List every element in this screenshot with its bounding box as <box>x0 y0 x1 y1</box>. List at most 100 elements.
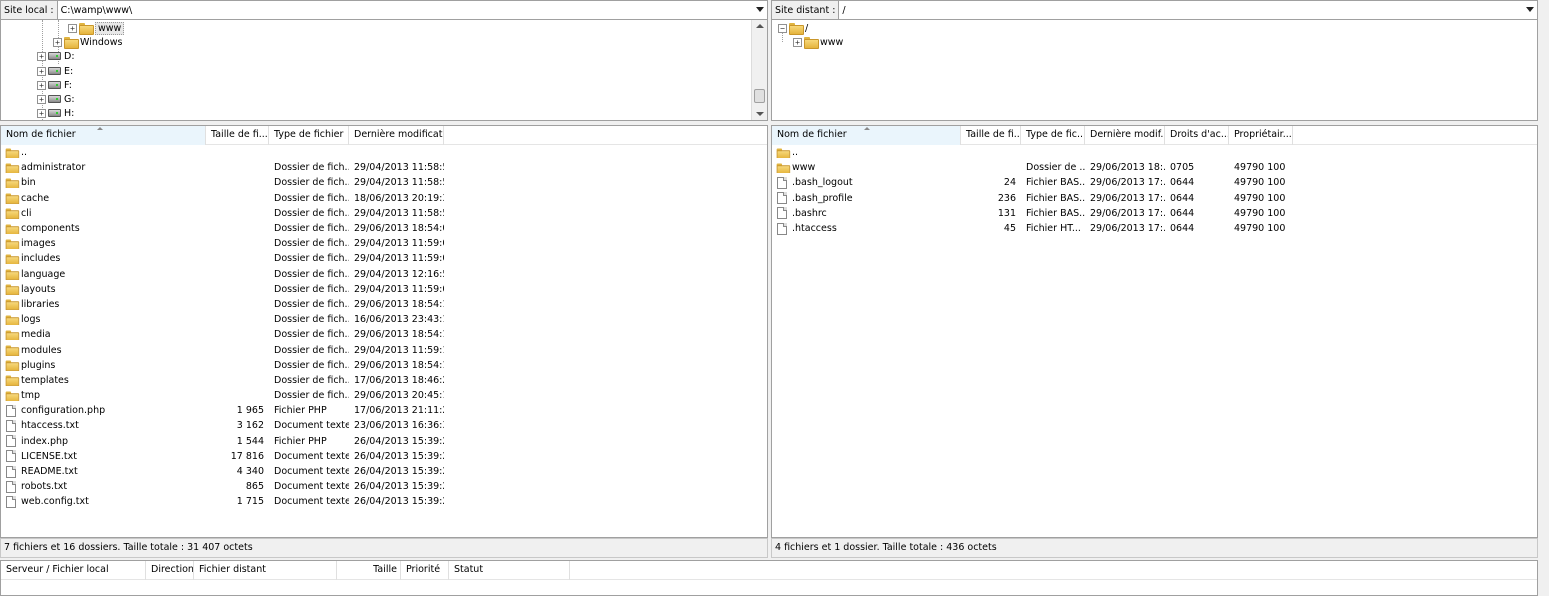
column-header-rights[interactable]: Droits d'ac... <box>1165 126 1229 145</box>
remote-directory-tree[interactable]: − / + www <box>771 20 1538 121</box>
file-name-cell[interactable]: .htaccess <box>772 222 961 235</box>
file-name-cell[interactable]: modules <box>1 345 206 356</box>
file-row[interactable]: htaccess.txt 3 162 Document texte 23/06/201… <box>1 418 767 433</box>
column-header-size[interactable]: Taille <box>337 561 401 580</box>
column-header-modified[interactable]: Dernière modif... <box>1085 126 1165 145</box>
file-name-cell[interactable]: includes <box>1 253 206 265</box>
file-row[interactable]: plugins Dossier de fich... 29/06/2013 18:5… <box>1 358 767 373</box>
file-name-cell[interactable]: bin <box>1 177 206 189</box>
column-header-size[interactable]: Taille de fi... <box>961 126 1021 145</box>
tree-scrollbar[interactable] <box>751 20 767 120</box>
file-row[interactable]: language Dossier de fich... 29/04/2013 12:… <box>1 267 767 282</box>
tree-node-drive-f[interactable]: + F: <box>37 78 72 92</box>
file-row[interactable]: administrator Dossier de fich... 29/04/201… <box>1 160 767 175</box>
file-name-cell[interactable]: .bash_logout <box>772 176 961 189</box>
file-name-cell[interactable]: tmp <box>1 390 206 402</box>
tree-node-drive-g[interactable]: + G: <box>37 92 75 106</box>
file-row[interactable]: cli Dossier de fich... 29/04/2013 11:58:58 <box>1 206 767 221</box>
file-name[interactable]: .. <box>21 147 27 158</box>
column-header-size[interactable]: Taille de fi... <box>206 126 269 145</box>
file-name[interactable]: cli <box>21 208 32 219</box>
file-row[interactable]: .. <box>1 145 767 160</box>
file-name[interactable]: bin <box>21 177 36 188</box>
file-row[interactable]: logs Dossier de fich... 16/06/2013 23:43:1… <box>1 312 767 327</box>
file-name-cell[interactable]: language <box>1 269 206 280</box>
expand-icon[interactable]: + <box>53 37 62 47</box>
file-name[interactable]: logs <box>21 314 40 325</box>
file-name[interactable]: index.php <box>21 436 68 447</box>
file-row[interactable]: libraries Dossier de fich... 29/06/2013 18… <box>1 297 767 312</box>
tree-node-label[interactable]: G: <box>64 94 75 105</box>
expand-icon[interactable]: + <box>37 80 46 90</box>
tree-node-drive-d[interactable]: + D: <box>37 49 75 63</box>
file-name[interactable]: media <box>21 329 51 340</box>
file-row[interactable]: .htaccess 45 Fichier HT... 29/06/2013 17:..… <box>772 221 1537 236</box>
file-name-cell[interactable]: configuration.php <box>1 404 206 417</box>
tree-node-root[interactable]: − / <box>778 21 808 35</box>
file-name-cell[interactable]: www <box>772 162 961 174</box>
file-row[interactable]: .bash_logout 24 Fichier BAS... 29/06/2013 1… <box>772 175 1537 190</box>
column-header-modified[interactable]: Dernière modificat... <box>349 126 444 145</box>
file-name-cell[interactable]: robots.txt <box>1 480 206 493</box>
tree-node-www[interactable]: + www <box>793 35 843 49</box>
file-name-cell[interactable]: images <box>1 238 206 250</box>
column-header-status[interactable]: Statut <box>449 561 570 580</box>
file-row[interactable]: www Dossier de ... 29/06/2013 18:... 0705 49… <box>772 160 1537 175</box>
file-name[interactable]: .bashrc <box>792 208 827 219</box>
column-header-name[interactable]: Nom de fichier <box>1 126 206 145</box>
file-name[interactable]: plugins <box>21 360 55 371</box>
file-name[interactable]: .htaccess <box>792 223 837 234</box>
tree-node-label[interactable]: D: <box>64 51 75 62</box>
column-header-type[interactable]: Type de fic... <box>1021 126 1085 145</box>
file-name-cell[interactable]: .bashrc <box>772 207 961 220</box>
file-name[interactable]: cache <box>21 193 49 204</box>
file-name-cell[interactable]: .. <box>1 147 206 159</box>
file-name[interactable]: modules <box>21 345 62 356</box>
tree-node-label[interactable]: www <box>820 37 843 48</box>
file-name-cell[interactable]: media <box>1 329 206 341</box>
expand-icon[interactable]: + <box>37 66 46 76</box>
file-name[interactable]: libraries <box>21 299 59 310</box>
file-row[interactable]: configuration.php 1 965 Fichier PHP 17/06/2… <box>1 403 767 418</box>
tree-node-windows[interactable]: + Windows <box>53 35 122 49</box>
column-header-name[interactable]: Nom de fichier <box>772 126 961 145</box>
expand-icon[interactable]: + <box>37 51 46 61</box>
file-name-cell[interactable]: .. <box>772 147 961 159</box>
tree-node-label[interactable]: F: <box>64 80 72 91</box>
file-name-cell[interactable]: index.php <box>1 435 206 448</box>
file-row[interactable]: web.config.txt 1 715 Document texte 26/04/2… <box>1 494 767 509</box>
column-header-owner[interactable]: Propriétair... <box>1229 126 1293 145</box>
remote-path-value[interactable]: / <box>842 5 845 16</box>
file-row[interactable]: images Dossier de fich... 29/04/2013 11:59… <box>1 236 767 251</box>
file-name[interactable]: .bash_logout <box>792 177 853 188</box>
tree-node-label[interactable]: Windows <box>80 37 122 48</box>
file-name-cell[interactable]: layouts <box>1 284 206 295</box>
remote-path-combo[interactable]: / <box>839 1 1537 19</box>
file-row[interactable]: layouts Dossier de fich... 29/04/2013 11:5… <box>1 282 767 297</box>
file-name[interactable]: .bash_profile <box>792 193 853 204</box>
file-row[interactable]: index.php 1 544 Fichier PHP 26/04/2013 15:3… <box>1 434 767 449</box>
file-name-cell[interactable]: README.txt <box>1 465 206 478</box>
local-path-combo[interactable]: C:\wamp\www\ <box>57 1 767 19</box>
file-row[interactable]: .. <box>772 145 1537 160</box>
file-name[interactable]: components <box>21 223 80 234</box>
scroll-up-icon[interactable] <box>756 24 764 28</box>
column-header-type[interactable]: Type de fichier <box>269 126 349 145</box>
file-name-cell[interactable]: htaccess.txt <box>1 419 206 432</box>
expand-icon[interactable]: + <box>793 37 802 47</box>
file-name-cell[interactable]: cli <box>1 208 206 219</box>
scroll-down-icon[interactable] <box>756 112 764 116</box>
file-row[interactable]: README.txt 4 340 Document texte 26/04/2013 … <box>1 464 767 479</box>
tree-node-label[interactable]: / <box>805 23 808 34</box>
local-path-value[interactable]: C:\wamp\www\ <box>61 5 133 16</box>
column-header-remote-file[interactable]: Fichier distant <box>194 561 337 580</box>
column-header-server-local-file[interactable]: Serveur / Fichier local <box>1 561 146 580</box>
file-name[interactable]: configuration.php <box>21 405 105 416</box>
file-name[interactable]: LICENSE.txt <box>21 451 77 462</box>
file-row[interactable]: modules Dossier de fich... 29/04/2013 11:5… <box>1 342 767 357</box>
scroll-thumb[interactable] <box>754 89 765 103</box>
file-row[interactable]: .bash_profile 236 Fichier BAS... 29/06/2013… <box>772 191 1537 206</box>
file-name[interactable]: administrator <box>21 162 85 173</box>
file-row[interactable]: bin Dossier de fich... 29/04/2013 11:58:58 <box>1 175 767 190</box>
file-name[interactable]: language <box>21 269 65 280</box>
